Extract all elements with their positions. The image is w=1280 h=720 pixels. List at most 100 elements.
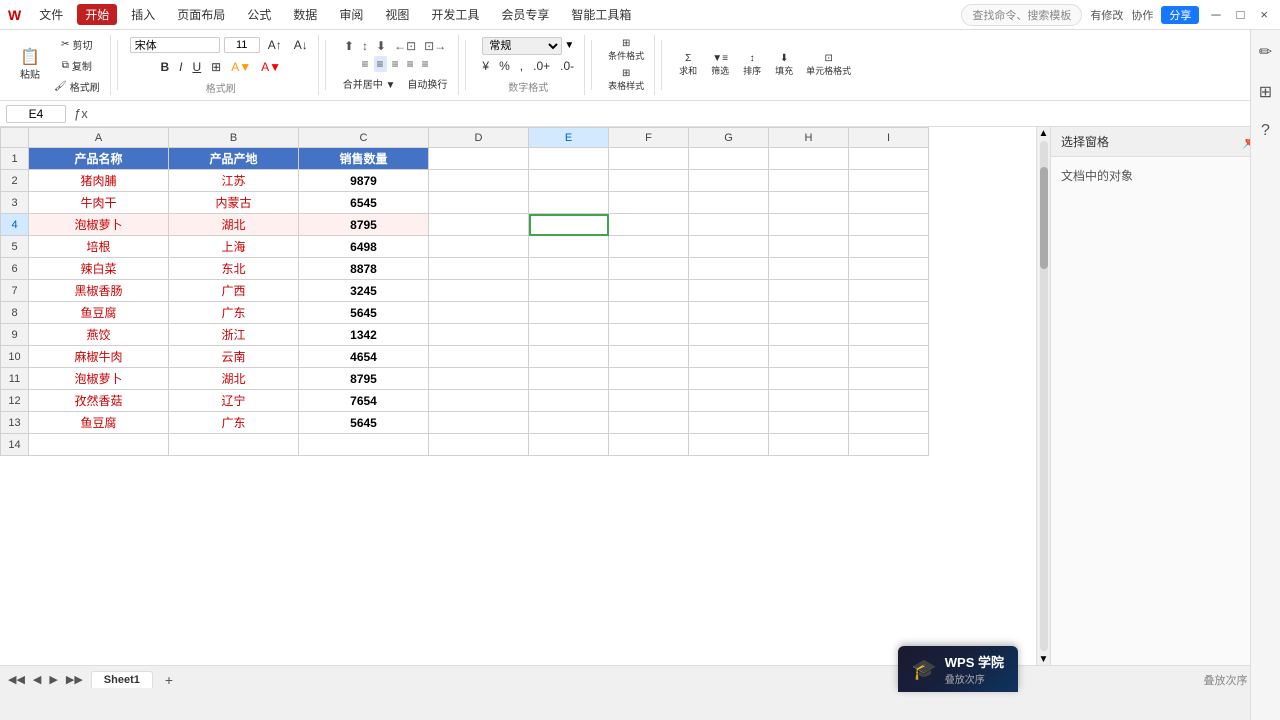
cell-12-e[interactable]: [529, 390, 609, 412]
indent-dec-button[interactable]: ←⊡: [391, 38, 419, 54]
cell-10-g[interactable]: [689, 346, 769, 368]
cell-3-h[interactable]: [769, 192, 849, 214]
cell-14-f[interactable]: [609, 434, 689, 456]
cell-format-button[interactable]: ⊡ 单元格格式: [802, 51, 855, 79]
menu-view[interactable]: 视图: [377, 4, 417, 25]
fill-button[interactable]: ⬇ 填充: [770, 51, 798, 79]
row-num-13[interactable]: 13: [1, 412, 29, 434]
font-size-inc-button[interactable]: A↑: [264, 36, 286, 54]
share-btn[interactable]: 分享: [1161, 6, 1199, 24]
cell-5-e[interactable]: [529, 236, 609, 258]
align-center-button[interactable]: ≡: [374, 56, 387, 72]
cell-11-i[interactable]: [849, 368, 929, 390]
dec-inc-button[interactable]: .0+: [529, 57, 554, 75]
align-bottom-button[interactable]: ⬇: [373, 38, 389, 54]
menu-layout[interactable]: 页面布局: [169, 4, 233, 25]
cell-2-g[interactable]: [689, 170, 769, 192]
cell-3-d[interactable]: [429, 192, 529, 214]
paste-button[interactable]: 📋 粘贴: [14, 38, 46, 92]
cell-12-i[interactable]: [849, 390, 929, 412]
align-justify-button[interactable]: ≡: [404, 56, 417, 72]
cell-7-h[interactable]: [769, 280, 849, 302]
cell-1-e[interactable]: [529, 148, 609, 170]
col-header-c[interactable]: C: [299, 128, 429, 148]
cell-4-b[interactable]: 湖北: [169, 214, 299, 236]
nav-last-btn[interactable]: ▶▶: [66, 673, 83, 686]
cell-3-c[interactable]: 6545: [299, 192, 429, 214]
cell-7-d[interactable]: [429, 280, 529, 302]
cell-8-a[interactable]: 鱼豆腐: [29, 302, 169, 324]
cell-10-f[interactable]: [609, 346, 689, 368]
cell-13-d[interactable]: [429, 412, 529, 434]
panel-sidebar-icon-2[interactable]: ⊞: [1255, 78, 1276, 106]
cell-13-e[interactable]: [529, 412, 609, 434]
cell-10-e[interactable]: [529, 346, 609, 368]
col-header-g[interactable]: G: [689, 128, 769, 148]
cell-8-e[interactable]: [529, 302, 609, 324]
cell-11-g[interactable]: [689, 368, 769, 390]
row-num-9[interactable]: 9: [1, 324, 29, 346]
cell-12-f[interactable]: [609, 390, 689, 412]
nav-prev-btn[interactable]: ◀: [33, 673, 41, 686]
cell-13-f[interactable]: [609, 412, 689, 434]
cell-11-b[interactable]: 湖北: [169, 368, 299, 390]
cell-12-g[interactable]: [689, 390, 769, 412]
col-header-a[interactable]: A: [29, 128, 169, 148]
cell-3-e[interactable]: [529, 192, 609, 214]
menu-developer[interactable]: 开发工具: [423, 4, 487, 25]
italic-button[interactable]: I: [175, 58, 186, 76]
add-sheet-btn[interactable]: +: [161, 672, 177, 688]
cell-10-d[interactable]: [429, 346, 529, 368]
col-header-d[interactable]: D: [429, 128, 529, 148]
cell-5-c[interactable]: 6498: [299, 236, 429, 258]
cell-10-c[interactable]: 4654: [299, 346, 429, 368]
scroll-down-btn[interactable]: ▼: [1038, 653, 1050, 665]
wrap-button[interactable]: 自动换行: [402, 74, 452, 93]
cell-4-d[interactable]: [429, 214, 529, 236]
cell-6-b[interactable]: 东北: [169, 258, 299, 280]
corner-header[interactable]: [1, 128, 29, 148]
cell-6-h[interactable]: [769, 258, 849, 280]
cell-2-h[interactable]: [769, 170, 849, 192]
cell-1-f[interactable]: [609, 148, 689, 170]
spreadsheet-area[interactable]: A B C D E F G H I 1 产品名称: [0, 127, 1050, 665]
cell-11-c[interactable]: 8795: [299, 368, 429, 390]
cell-9-c[interactable]: 1342: [299, 324, 429, 346]
cell-14-i[interactable]: [849, 434, 929, 456]
comma-button[interactable]: ,: [516, 57, 527, 75]
cell-11-f[interactable]: [609, 368, 689, 390]
filter-button[interactable]: ▼≡ 筛选: [706, 51, 734, 79]
cell-2-d[interactable]: [429, 170, 529, 192]
cell-9-b[interactable]: 浙江: [169, 324, 299, 346]
menu-insert[interactable]: 插入: [123, 4, 163, 25]
cell-6-e[interactable]: [529, 258, 609, 280]
cell-13-b[interactable]: 广东: [169, 412, 299, 434]
menu-smart[interactable]: 智能工具箱: [563, 4, 639, 25]
row-num-7[interactable]: 7: [1, 280, 29, 302]
cell-14-b[interactable]: [169, 434, 299, 456]
cell-14-g[interactable]: [689, 434, 769, 456]
close-btn[interactable]: ×: [1256, 7, 1272, 22]
cell-9-d[interactable]: [429, 324, 529, 346]
sort-button[interactable]: ↕ 排序: [738, 51, 766, 79]
cell-14-a[interactable]: [29, 434, 169, 456]
nav-next-btn[interactable]: ▶: [49, 673, 57, 686]
cell-9-f[interactable]: [609, 324, 689, 346]
cell-9-h[interactable]: [769, 324, 849, 346]
vertical-scrollbar[interactable]: ▲ ▼: [1036, 127, 1050, 665]
cell-10-b[interactable]: 云南: [169, 346, 299, 368]
cell-3-b[interactable]: 内蒙古: [169, 192, 299, 214]
cell-12-d[interactable]: [429, 390, 529, 412]
row-num-10[interactable]: 10: [1, 346, 29, 368]
menu-file[interactable]: 文件: [31, 4, 71, 25]
cell-14-c[interactable]: [299, 434, 429, 456]
cell-3-g[interactable]: [689, 192, 769, 214]
cell-1-g[interactable]: [689, 148, 769, 170]
cell-14-d[interactable]: [429, 434, 529, 456]
row-num-6[interactable]: 6: [1, 258, 29, 280]
cell-5-f[interactable]: [609, 236, 689, 258]
cell-11-e[interactable]: [529, 368, 609, 390]
menu-member[interactable]: 会员专享: [493, 4, 557, 25]
collaborate-btn[interactable]: 协作: [1131, 7, 1153, 23]
col-header-b[interactable]: B: [169, 128, 299, 148]
